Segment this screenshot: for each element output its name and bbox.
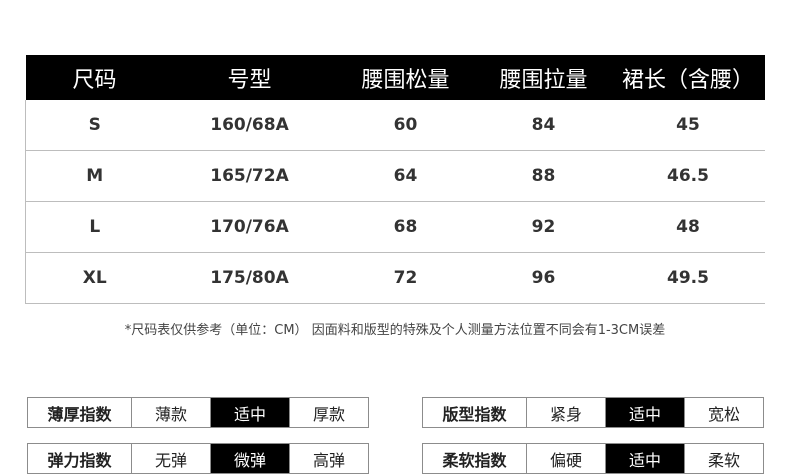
elasticity-option-slight: 微弹 [210, 443, 290, 474]
cell-size: M [25, 150, 164, 202]
cell-model: 160/68A [163, 100, 336, 151]
thickness-index-label: 薄厚指数 [27, 397, 132, 428]
thickness-index: 薄厚指数 薄款 适中 厚款 [27, 397, 369, 428]
cell-waist-stretched: 96 [475, 252, 612, 304]
softness-index-label: 柔软指数 [422, 443, 527, 474]
header-skirt-length: 裙长（含腰） [611, 55, 765, 100]
cell-waist-stretched: 84 [475, 100, 612, 151]
softness-index: 柔软指数 偏硬 适中 柔软 [422, 443, 764, 474]
size-chart-header-row: 尺码 号型 腰围松量 腰围拉量 裙长（含腰） [25, 55, 765, 100]
cell-skirt-length: 46.5 [611, 150, 765, 202]
elasticity-option-high: 高弹 [289, 443, 369, 474]
fit-index-label: 版型指数 [422, 397, 527, 428]
table-row: L 170/76A 68 92 48 [25, 201, 765, 253]
elasticity-option-none: 无弹 [131, 443, 211, 474]
cell-waist-relaxed: 72 [335, 252, 476, 304]
cell-model: 165/72A [163, 150, 336, 202]
fit-index: 版型指数 紧身 适中 宽松 [422, 397, 764, 428]
fit-option-loose: 宽松 [684, 397, 764, 428]
fit-option-regular: 适中 [605, 397, 685, 428]
cell-waist-relaxed: 68 [335, 201, 476, 253]
table-row: M 165/72A 64 88 46.5 [25, 150, 765, 202]
header-waist-stretched: 腰围拉量 [475, 55, 612, 100]
cell-skirt-length: 48 [611, 201, 765, 253]
elasticity-index: 弹力指数 无弹 微弹 高弹 [27, 443, 369, 474]
size-note: *尺码表仅供参考（单位：CM） 因面料和版型的特殊及个人测量方法位置不同会有1-… [124, 323, 666, 338]
cell-size: S [25, 100, 164, 151]
thickness-option-medium: 适中 [210, 397, 290, 428]
header-model: 号型 [163, 55, 336, 100]
elasticity-index-label: 弹力指数 [27, 443, 132, 474]
cell-size: L [25, 201, 164, 253]
cell-model: 170/76A [163, 201, 336, 253]
cell-waist-stretched: 88 [475, 150, 612, 202]
table-row: S 160/68A 60 84 45 [25, 100, 765, 151]
header-waist-relaxed: 腰围松量 [335, 55, 476, 100]
cell-skirt-length: 45 [611, 100, 765, 151]
header-size: 尺码 [25, 55, 164, 100]
size-chart-table: 尺码 号型 腰围松量 腰围拉量 裙长（含腰） S 160/68A 60 84 4… [25, 55, 765, 304]
table-row: XL 175/80A 72 96 49.5 [25, 252, 765, 304]
cell-size: XL [25, 252, 164, 304]
thickness-option-thick: 厚款 [289, 397, 369, 428]
softness-option-soft: 柔软 [684, 443, 764, 474]
softness-option-medium: 适中 [605, 443, 685, 474]
fit-option-slim: 紧身 [526, 397, 606, 428]
cell-skirt-length: 49.5 [611, 252, 765, 304]
thickness-option-thin: 薄款 [131, 397, 211, 428]
cell-waist-stretched: 92 [475, 201, 612, 253]
softness-option-firm: 偏硬 [526, 443, 606, 474]
cell-waist-relaxed: 60 [335, 100, 476, 151]
cell-waist-relaxed: 64 [335, 150, 476, 202]
cell-model: 175/80A [163, 252, 336, 304]
